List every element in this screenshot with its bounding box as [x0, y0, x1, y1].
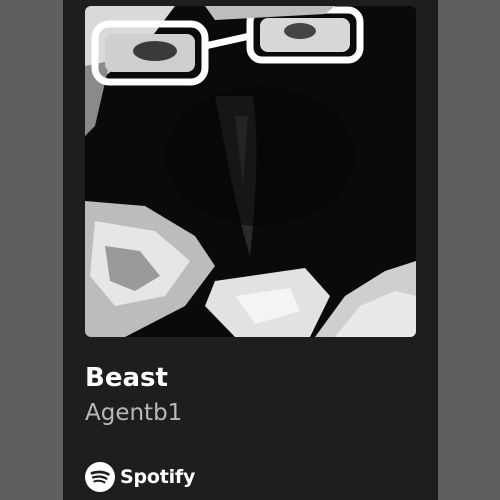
spotify-brand-link[interactable]: Spotify — [85, 462, 195, 492]
page-background: Beast Agentb1 Spotify — [0, 0, 500, 500]
track-share-card[interactable]: Beast Agentb1 Spotify — [63, 0, 438, 500]
artist-name[interactable]: Agentb1 — [85, 397, 182, 429]
cover-art-image — [85, 6, 416, 337]
album-cover-art[interactable] — [85, 6, 416, 337]
spotify-wordmark: Spotify — [120, 466, 196, 488]
spotify-logo-icon — [85, 462, 115, 492]
track-title[interactable]: Beast — [85, 361, 168, 395]
